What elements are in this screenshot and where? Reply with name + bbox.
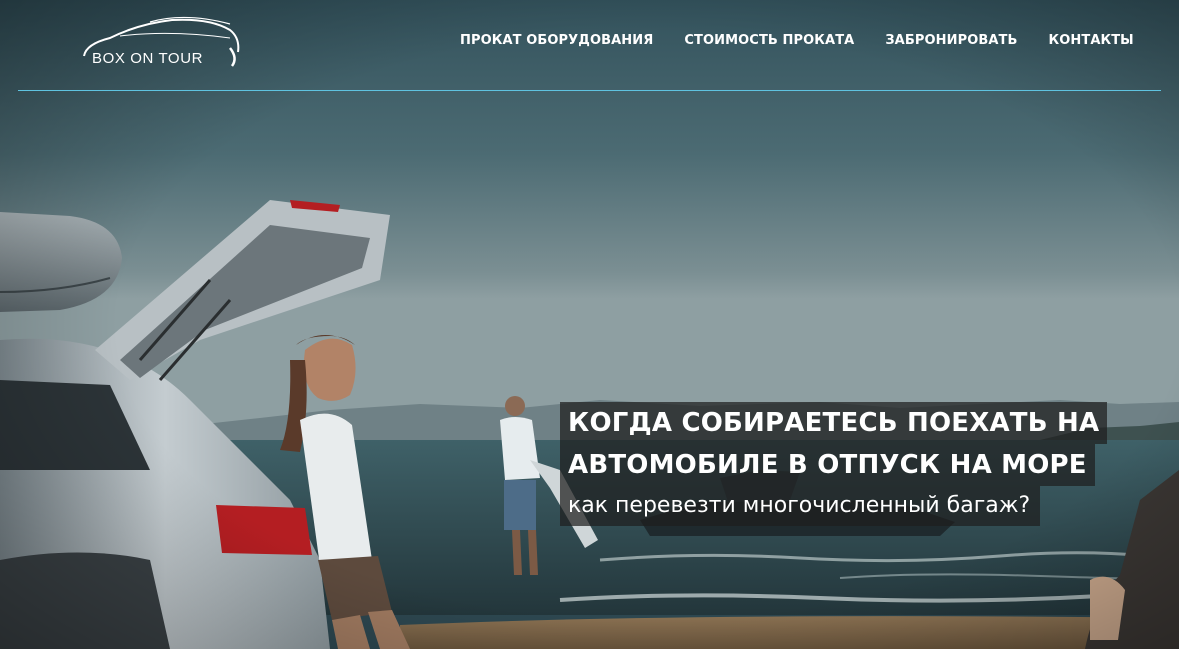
- nav-item-equipment-rental[interactable]: ПРОКАТ ОБОРУДОВАНИЯ: [460, 32, 653, 50]
- header-divider: [18, 90, 1161, 91]
- hero-headline-line-2: АВТОМОБИЛЕ В ОТПУСК НА МОРЕ: [560, 444, 1095, 486]
- hero-caption: КОГДА СОБИРАЕТЕСЬ ПОЕХАТЬ НА АВТОМОБИЛЕ …: [560, 402, 1108, 526]
- hero-headline-line-1: КОГДА СОБИРАЕТЕСЬ ПОЕХАТЬ НА: [560, 402, 1108, 444]
- logo-text: BOX ON TOUR: [92, 50, 204, 67]
- hero-background-image: [0, 0, 1179, 649]
- site-header: BOX ON TOUR ПРОКАТ ОБОРУДОВАНИЯ СТОИМОСТ…: [0, 0, 1179, 92]
- hero-subheadline: как перевезти многочисленный багаж?: [560, 486, 1041, 526]
- nav-item-rental-price[interactable]: СТОИМОСТЬ ПРОКАТА: [684, 32, 854, 50]
- nav-item-book[interactable]: ЗАБРОНИРОВАТЬ: [885, 32, 1017, 50]
- main-nav: ПРОКАТ ОБОРУДОВАНИЯ СТОИМОСТЬ ПРОКАТА ЗА…: [460, 32, 1134, 50]
- site-logo[interactable]: BOX ON TOUR: [80, 8, 245, 70]
- nav-item-contacts[interactable]: КОНТАКТЫ: [1049, 32, 1134, 50]
